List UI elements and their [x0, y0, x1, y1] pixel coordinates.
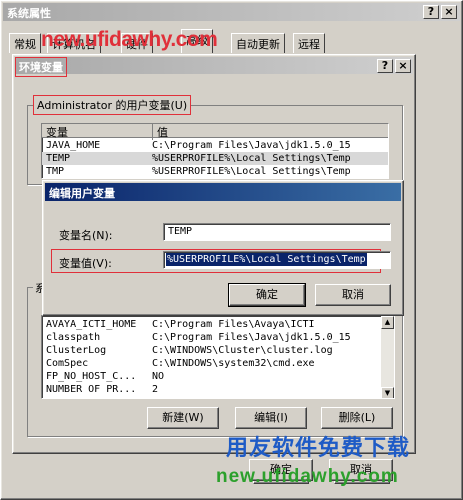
- tab-general[interactable]: 常规: [9, 33, 41, 53]
- scroll-down-icon[interactable]: ▼: [381, 387, 394, 398]
- tab-remote[interactable]: 远程: [293, 33, 325, 53]
- env-titlebar: 环境变量 ? ×: [15, 57, 413, 77]
- close-button[interactable]: ×: [441, 5, 457, 19]
- new-variable-button[interactable]: 新建(W): [147, 407, 219, 429]
- user-list-header: 变量 值: [42, 124, 388, 140]
- edit-dialog-title: 编辑用户变量: [49, 187, 115, 200]
- variable-name-label: 变量名(N):: [59, 229, 113, 242]
- table-row[interactable]: FP_NO_HOST_C... NO: [42, 370, 394, 383]
- table-row-selected[interactable]: TEMP %USERPROFILE%\Local Settings\Temp: [42, 152, 388, 165]
- var-value: C:\Program Files\Java\jdk1.5.0_15: [152, 140, 351, 151]
- var-name: NUMBER OF PR...: [46, 384, 137, 395]
- delete-variable-button[interactable]: 删除(L): [321, 407, 393, 429]
- user-variables-group-label: Administrator 的用户变量(U): [33, 95, 192, 115]
- env-help-button[interactable]: ?: [377, 59, 393, 73]
- edit-user-variable-dialog: 编辑用户变量 变量名(N): TEMP 变量值(V): %USERPROFILE…: [42, 180, 404, 316]
- var-name: AVAYA_ICTI_HOME: [46, 319, 137, 330]
- table-row[interactable]: AVAYA_ICTI_HOME C:\Program Files\Avaya\I…: [42, 318, 394, 331]
- var-value: C:\Program Files\Java\jdk1.5.0_15: [152, 332, 351, 343]
- var-name: JAVA_HOME: [46, 140, 101, 151]
- scroll-up-icon[interactable]: ▲: [381, 316, 394, 329]
- env-close-button[interactable]: ×: [395, 59, 411, 73]
- tab-automatic-updates[interactable]: 自动更新: [231, 33, 285, 53]
- table-row[interactable]: classpath C:\Program Files\Java\jdk1.5.0…: [42, 331, 394, 344]
- var-value: %USERPROFILE%\Local Settings\Temp: [152, 153, 351, 164]
- var-value: 2: [152, 384, 159, 395]
- var-name: ComSpec: [46, 358, 89, 369]
- var-value: NO: [152, 371, 165, 382]
- window-title: 系统属性: [7, 7, 51, 20]
- edit-dialog-titlebar: 编辑用户变量: [45, 183, 401, 201]
- user-col-value[interactable]: 值: [152, 124, 168, 140]
- system-variables-list: AVAYA_ICTI_HOME C:\Program Files\Avaya\I…: [41, 315, 395, 399]
- var-name: ClusterLog: [46, 345, 107, 356]
- edit-ok-button[interactable]: 确定: [228, 283, 306, 307]
- table-row[interactable]: ComSpec C:\WINDOWS\system32\cmd.exe: [42, 357, 394, 370]
- help-button[interactable]: ?: [423, 5, 439, 19]
- system-list-scrollbar[interactable]: ▲ ▼: [381, 316, 394, 398]
- watermark-bottom-url: new.ufidawhy.com: [216, 466, 399, 487]
- var-value: %USERPROFILE%\Local Settings\Temp: [152, 166, 351, 177]
- table-row[interactable]: ClusterLog C:\WINDOWS\Cluster\cluster.lo…: [42, 344, 394, 357]
- user-variables-list: 变量 值 JAVA_HOME C:\Program Files\Java\jdk…: [41, 123, 389, 179]
- table-row[interactable]: NUMBER OF PR... 2: [42, 383, 394, 396]
- var-value: C:\WINDOWS\system32\cmd.exe: [152, 358, 315, 369]
- edit-cancel-button[interactable]: 取消: [315, 284, 391, 306]
- user-col-variable[interactable]: 变量: [46, 124, 68, 140]
- var-name: TEMP: [46, 153, 71, 164]
- watermark-top-url: new.ufidawhy.com: [41, 28, 218, 51]
- watermark-bottom-title: 用友软件免费下载: [226, 436, 411, 461]
- var-value: C:\WINDOWS\Cluster\cluster.log: [152, 345, 333, 356]
- variable-value-input[interactable]: %USERPROFILE%\Local Settings\Temp: [163, 251, 391, 269]
- env-title: 环境变量: [15, 57, 67, 77]
- var-name: TMP: [46, 166, 65, 177]
- variable-name-input[interactable]: TEMP: [163, 223, 391, 241]
- var-name: FP_NO_HOST_C...: [46, 371, 137, 382]
- var-value: C:\Program Files\Avaya\ICTI: [152, 319, 315, 330]
- variable-name-value: TEMP: [168, 226, 193, 237]
- variable-value-selected-text: %USERPROFILE%\Local Settings\Temp: [166, 253, 367, 266]
- table-row[interactable]: JAVA_HOME C:\Program Files\Java\jdk1.5.0…: [42, 139, 388, 152]
- table-row[interactable]: TMP %USERPROFILE%\Local Settings\Temp: [42, 165, 388, 178]
- variable-value-label: 变量值(V):: [59, 257, 112, 270]
- edit-variable-button[interactable]: 编辑(I): [235, 407, 307, 429]
- var-name: classpath: [46, 332, 101, 343]
- system-properties-titlebar: 系统属性 ? ×: [3, 3, 460, 21]
